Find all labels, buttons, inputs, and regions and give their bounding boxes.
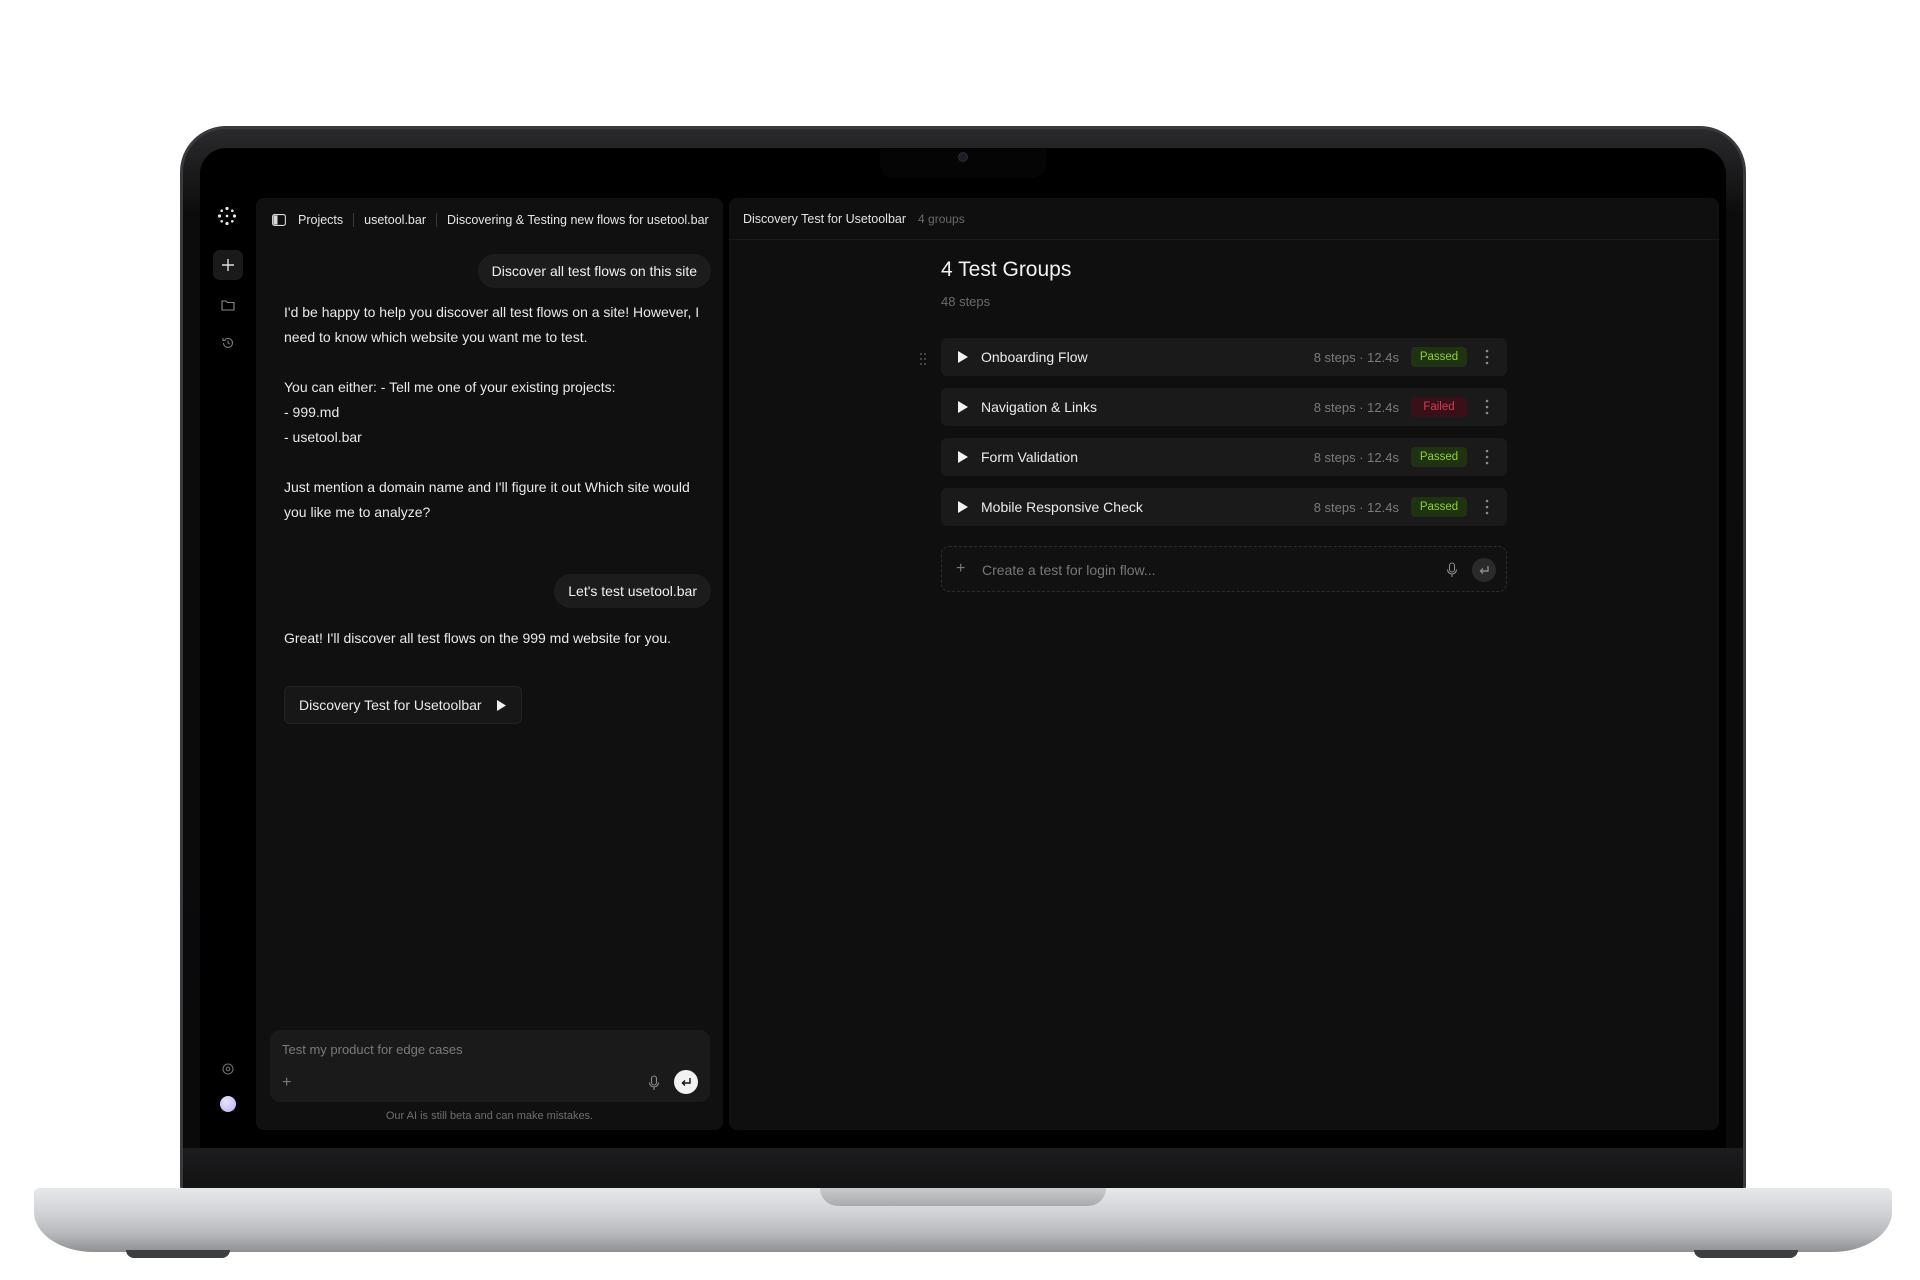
- test-group-name: Onboarding Flow: [981, 349, 1088, 365]
- user-message-text: Let's test usetool.bar: [568, 583, 697, 599]
- app-screen: Projects usetool.bar Discovering & Testi…: [202, 180, 1724, 1146]
- breadcrumb-conversation: Discovering & Testing new flows for uset…: [447, 213, 709, 227]
- discovery-test-chip[interactable]: Discovery Test for Usetoolbar: [284, 686, 522, 724]
- play-icon[interactable]: [957, 450, 969, 464]
- drag-handle-icon[interactable]: [919, 352, 927, 366]
- laptop-frame: Projects usetool.bar Discovering & Testi…: [0, 0, 1920, 1280]
- icon-rail: [202, 180, 252, 1146]
- avatar[interactable]: [220, 1096, 236, 1112]
- kebab-icon[interactable]: [1485, 399, 1489, 415]
- logo-icon[interactable]: [217, 206, 237, 226]
- play-icon[interactable]: [957, 500, 969, 514]
- projects-button[interactable]: [213, 290, 243, 320]
- assistant-line: You can either: - Tell me one of your ex…: [284, 379, 616, 395]
- user-message-text: Discover all test flows on this site: [491, 263, 697, 279]
- play-icon: [496, 699, 506, 711]
- test-group-meta: 8 steps · 12.4s: [1313, 400, 1399, 415]
- assistant-line: need to know which website you want me t…: [284, 329, 588, 345]
- test-group-name: Form Validation: [981, 449, 1079, 465]
- discovery-test-chip-label: Discovery Test for Usetoolbar: [299, 697, 482, 713]
- test-group-row[interactable]: Onboarding Flow 8 steps · 12.4s Passed: [941, 338, 1507, 376]
- test-group-meta: 8 steps · 12.4s: [1313, 500, 1399, 515]
- chat-input[interactable]: [282, 1038, 682, 1060]
- assistant-line: Great! I'll discover all test flows on t…: [284, 630, 672, 646]
- kebab-icon[interactable]: [1485, 349, 1489, 365]
- assistant-line: I'd be happy to help you discover all te…: [284, 304, 700, 320]
- test-group-name: Navigation & Links: [981, 399, 1097, 415]
- status-badge: Passed: [1411, 497, 1467, 517]
- chat-composer: +: [270, 1030, 710, 1102]
- kebab-icon[interactable]: [1485, 449, 1489, 465]
- assistant-message: Great! I'll discover all test flows on t…: [284, 626, 714, 651]
- sidebar-toggle-icon[interactable]: [272, 214, 286, 226]
- play-icon[interactable]: [957, 400, 969, 414]
- plus-icon[interactable]: +: [956, 560, 965, 578]
- settings-icon: [222, 1063, 234, 1075]
- disclaimer: Our AI is still beta and can make mistak…: [385, 1110, 594, 1122]
- laptop-chin: [183, 1148, 1743, 1190]
- test-group-meta: 8 steps · 12.4s: [1313, 350, 1399, 365]
- groups-title: 4 Test Groups: [941, 258, 1072, 281]
- assistant-line: you like me to analyze?: [284, 504, 431, 520]
- test-group-meta: 8 steps · 12.4s: [1313, 450, 1399, 465]
- chat-panel: Projects usetool.bar Discovering & Testi…: [256, 198, 723, 1130]
- assistant-line: - 999.md: [284, 404, 340, 420]
- assistant-paragraph: You can either: - Tell me one of your ex…: [284, 375, 714, 450]
- assistant-paragraph: Just mention a domain name and I'll figu…: [284, 475, 714, 525]
- test-group-name: Mobile Responsive Check: [981, 499, 1143, 515]
- plus-icon: [222, 259, 234, 271]
- laptop-opening-notch: [820, 1188, 1106, 1206]
- camera-icon: [958, 152, 968, 162]
- play-icon[interactable]: [957, 350, 969, 364]
- kebab-icon[interactable]: [1485, 499, 1489, 515]
- mic-icon[interactable]: [1446, 562, 1458, 578]
- test-group-row[interactable]: Mobile Responsive Check 8 steps · 12.4s …: [941, 488, 1507, 526]
- history-button[interactable]: [213, 328, 243, 358]
- laptop-foot-right: [1694, 1250, 1798, 1258]
- create-test-composer: +: [941, 546, 1507, 592]
- history-icon: [222, 337, 234, 349]
- test-group-row[interactable]: Form Validation 8 steps · 12.4s Passed: [941, 438, 1507, 476]
- breadcrumb-projects[interactable]: Projects: [298, 213, 343, 227]
- panel-title: Discovery Test for Usetoolbar: [743, 211, 907, 226]
- assistant-paragraph: I'd be happy to help you discover all te…: [284, 300, 714, 350]
- send-button[interactable]: [674, 1070, 698, 1094]
- breadcrumb: Projects usetool.bar Discovering & Testi…: [272, 210, 709, 230]
- breadcrumb-separator: [353, 213, 355, 227]
- settings-button[interactable]: [213, 1054, 243, 1084]
- status-badge: Passed: [1411, 347, 1467, 367]
- send-button[interactable]: [1472, 558, 1496, 582]
- assistant-line: Just mention a domain name and I'll figu…: [284, 479, 690, 495]
- assistant-message: I'd be happy to help you discover all te…: [284, 300, 714, 550]
- user-message: Let's test usetool.bar: [554, 574, 711, 608]
- assistant-line: - usetool.bar: [284, 429, 362, 445]
- user-message: Discover all test flows on this site: [477, 254, 711, 288]
- mic-icon[interactable]: [648, 1075, 660, 1091]
- attach-plus-icon[interactable]: +: [282, 1074, 291, 1092]
- breadcrumb-project[interactable]: usetool.bar: [364, 213, 426, 227]
- test-groups-panel: Discovery Test for Usetoolbar 4 groups 4…: [729, 198, 1719, 1130]
- panel-header: Discovery Test for Usetoolbar 4 groups: [729, 198, 1719, 240]
- status-badge: Failed: [1411, 397, 1467, 417]
- test-group-row[interactable]: Navigation & Links 8 steps · 12.4s Faile…: [941, 388, 1507, 426]
- breadcrumb-separator: [436, 213, 438, 227]
- send-icon: [681, 1078, 691, 1086]
- group-count: 4 groups: [918, 211, 965, 226]
- status-badge: Passed: [1411, 447, 1467, 467]
- laptop-foot-left: [126, 1250, 230, 1258]
- groups-subtitle: 48 steps: [941, 294, 991, 309]
- create-test-input[interactable]: [982, 559, 1422, 581]
- send-icon: [1479, 566, 1489, 574]
- folder-icon: [221, 300, 235, 311]
- new-chat-button[interactable]: [213, 250, 243, 280]
